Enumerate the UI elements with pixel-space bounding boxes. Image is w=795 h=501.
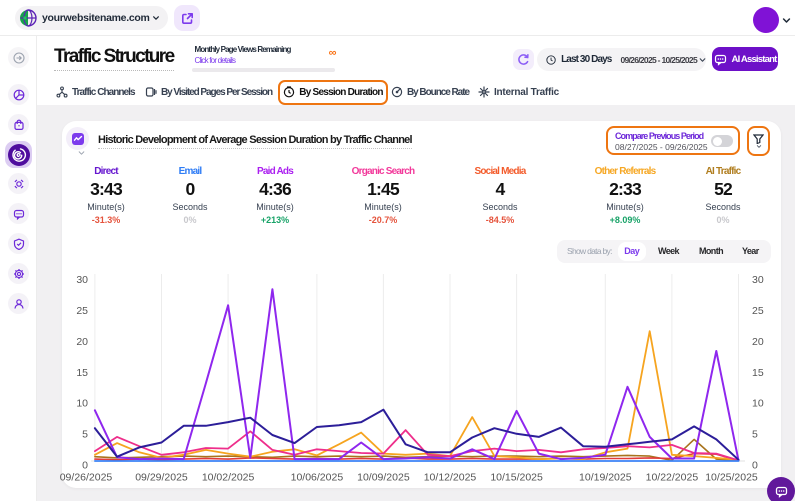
svg-text:25: 25 — [76, 305, 88, 317]
svg-text:10: 10 — [752, 398, 764, 410]
svg-text:0: 0 — [82, 460, 88, 472]
svg-text:15: 15 — [752, 367, 764, 379]
svg-text:10/02/2025: 10/02/2025 — [202, 472, 255, 484]
svg-text:10: 10 — [76, 398, 88, 410]
svg-text:10/25/2025: 10/25/2025 — [705, 472, 758, 484]
svg-text:20: 20 — [752, 336, 764, 348]
svg-text:10/06/2025: 10/06/2025 — [291, 472, 344, 484]
svg-text:5: 5 — [752, 429, 758, 441]
svg-text:5: 5 — [82, 429, 88, 441]
svg-text:20: 20 — [76, 336, 88, 348]
svg-text:30: 30 — [752, 274, 764, 286]
svg-text:10/19/2025: 10/19/2025 — [579, 472, 632, 484]
svg-text:10/22/2025: 10/22/2025 — [646, 472, 699, 484]
svg-text:30: 30 — [76, 274, 88, 286]
svg-text:25: 25 — [752, 305, 764, 317]
svg-text:10/12/2025: 10/12/2025 — [424, 472, 477, 484]
svg-text:15: 15 — [76, 367, 88, 379]
svg-text:0: 0 — [752, 460, 758, 472]
svg-text:09/26/2025: 09/26/2025 — [60, 472, 113, 484]
svg-text:10/15/2025: 10/15/2025 — [490, 472, 543, 484]
svg-text:10/09/2025: 10/09/2025 — [357, 472, 410, 484]
svg-text:09/29/2025: 09/29/2025 — [135, 472, 188, 484]
